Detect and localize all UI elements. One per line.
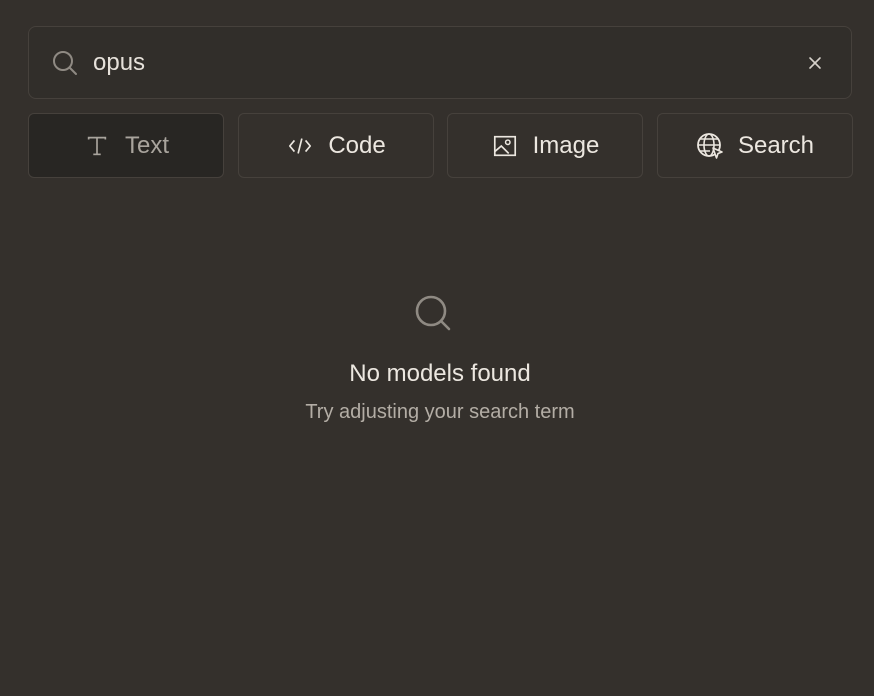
tab-search-label: Search xyxy=(737,131,815,159)
clear-search-button[interactable] xyxy=(805,53,825,73)
empty-state-title: No models found xyxy=(349,360,531,387)
search-input[interactable] xyxy=(93,45,793,81)
code-icon xyxy=(286,132,314,160)
search-icon xyxy=(53,51,77,75)
tab-image-label: Image xyxy=(532,131,600,159)
tab-code[interactable]: Code xyxy=(238,113,434,178)
category-tabs: Text Code Image Search xyxy=(28,113,853,178)
tab-image[interactable]: Image xyxy=(447,113,643,178)
search-bar xyxy=(28,26,852,99)
tab-search[interactable]: Search xyxy=(657,113,853,178)
model-picker-panel: Text Code Image xyxy=(0,0,874,696)
text-icon xyxy=(83,132,111,160)
tab-text-label: Text xyxy=(124,131,169,159)
tab-text[interactable]: Text xyxy=(28,113,224,178)
tab-code-label: Code xyxy=(328,131,386,159)
globe-icon xyxy=(696,132,724,160)
empty-state-subtitle: Try adjusting your search term xyxy=(305,401,575,423)
search-icon xyxy=(415,295,451,331)
image-icon xyxy=(491,132,519,160)
